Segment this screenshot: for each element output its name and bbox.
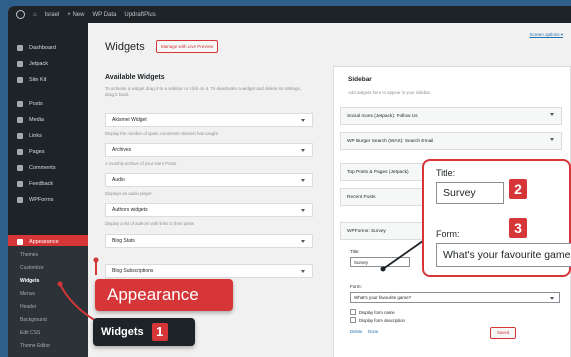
submenu-theme-editor[interactable]: Theme Editor [20,343,50,349]
admin-bar-wpdata[interactable]: WP Data [92,12,116,18]
feedback-icon [17,181,23,187]
submenu-widgets[interactable]: Widgets [20,278,39,284]
sidebar-area-title[interactable]: Sidebar [348,76,372,83]
chevron-down-icon[interactable] [301,119,305,122]
chevron-down-icon[interactable] [301,149,305,152]
checkbox-display-description[interactable]: Display form description [350,317,405,323]
page-icon [17,149,23,155]
sidebar-item-comments[interactable]: Comments [8,161,88,175]
jetpack-icon [17,61,23,67]
zoom-form-label: Form: [436,229,460,239]
widgets-callout-label: Widgets [101,326,144,338]
dashboard-icon [17,45,23,51]
zoom-form-select[interactable]: What's your favourite game? [436,243,571,267]
checkbox-display-name[interactable]: Display form name [350,309,395,315]
sidebar-item-wpforms[interactable]: WPForms [8,193,88,207]
save-button[interactable]: Saved [490,327,517,339]
widget-authors-desc: Display a list of authors with links to … [105,221,194,226]
sidebar-area-description: Add widgets here to appear in your sideb… [348,90,431,95]
admin-bar-new[interactable]: + New [67,12,84,18]
link-icon [17,133,23,139]
sidebar-item-jetpack[interactable]: Jetpack [8,57,88,71]
comment-icon [17,165,23,171]
submenu-themes[interactable]: Themes [20,252,38,258]
admin-bar: ⌂ Israel + New WP Data UpdraftPlus [8,6,571,23]
paintbrush-icon [17,239,23,245]
available-widgets-title: Available Widgets [105,74,165,81]
wpforms-icon [17,197,23,203]
sidebar-widget-search[interactable]: WP Burger Search (WAS): Search Email [340,132,562,150]
submenu-background[interactable]: Background [20,317,47,323]
chevron-down-icon[interactable] [301,179,305,182]
step-badge-2: 2 [509,179,527,199]
sidebar-item-posts[interactable]: Posts [8,97,88,111]
form-title-input[interactable]: Survey [350,257,410,267]
submenu-edit-css[interactable]: Edit CSS [20,330,40,336]
chevron-down-icon [550,297,554,300]
sidebar-widget-social-icons[interactable]: Social Icons (Jetpack): Follow Us [340,107,562,125]
widget-blog-subscriptions[interactable]: Blog Subscriptions [105,264,313,278]
chevron-down-icon[interactable] [301,270,305,273]
chevron-down-icon[interactable] [301,209,305,212]
home-icon[interactable]: ⌂ [33,12,37,18]
widget-audio[interactable]: Audio [105,173,313,187]
submenu-menus[interactable]: Menus [20,291,35,297]
chevron-down-icon[interactable] [550,138,554,141]
appearance-callout: Appearance [95,279,233,311]
chevron-down-icon[interactable] [550,113,554,116]
chevron-down-icon[interactable] [301,240,305,243]
form-select[interactable]: What's your favourite game? [350,292,560,303]
sitekit-icon [17,77,23,83]
widget-archives-desc: A monthly archive of your site's Posts. [105,161,178,166]
sidebar-item-feedback[interactable]: Feedback [8,177,88,191]
widget-authors[interactable]: Authors widgets [105,203,313,217]
screen-options-toggle[interactable]: Screen options ▾ [529,32,563,38]
admin-bar-updraft[interactable]: UpdraftPlus [124,12,155,18]
done-link[interactable]: Done [368,329,378,334]
submenu-customize[interactable]: Customize [20,265,44,271]
active-pointer [88,238,92,246]
delete-link[interactable]: Delete [350,329,362,334]
form-form-label: Form: [350,284,362,289]
zoom-title-input[interactable]: Survey [436,182,504,204]
sidebar-item-dashboard[interactable]: Dashboard [8,41,88,55]
sidebar-item-sitekit[interactable]: Site Kit [8,73,88,87]
wordpress-logo-icon[interactable] [16,10,25,19]
checkbox-icon [350,309,356,315]
step-badge-1: 1 [151,323,168,341]
pin-icon [17,101,23,107]
sidebar-item-links[interactable]: Links [8,129,88,143]
step-badge-3: 3 [509,218,527,238]
form-title-label: Title: [350,249,360,254]
manage-live-preview-button[interactable]: Manage with Live Preview [156,40,219,53]
widget-audio-desc: Displays an audio player. [105,191,153,196]
widgets-callout: Widgets 1 [93,318,195,346]
checkbox-icon [350,317,356,323]
widget-akismet-desc: Display the number of spam comments Akis… [105,131,218,136]
page-title: Widgets [105,41,145,53]
media-icon [17,117,23,123]
widget-akismet[interactable]: Akismet Widget [105,113,313,127]
widget-archives[interactable]: Archives [105,143,313,157]
sidebar-item-media[interactable]: Media [8,113,88,127]
zoom-callout: Title: Survey 2 Form: 3 What's your favo… [422,159,571,277]
submenu-header[interactable]: Header [20,304,36,310]
widget-blog-stats[interactable]: Blog Stats [105,234,313,248]
sidebar-item-pages[interactable]: Pages [8,145,88,159]
admin-bar-site[interactable]: Israel [45,12,60,18]
zoom-title-label: Title: [436,168,456,178]
appearance-submenu: Themes Customize Widgets Menus Header Ba… [8,246,88,357]
available-widgets-description: To activate a widget drag it to a sideba… [105,86,302,97]
